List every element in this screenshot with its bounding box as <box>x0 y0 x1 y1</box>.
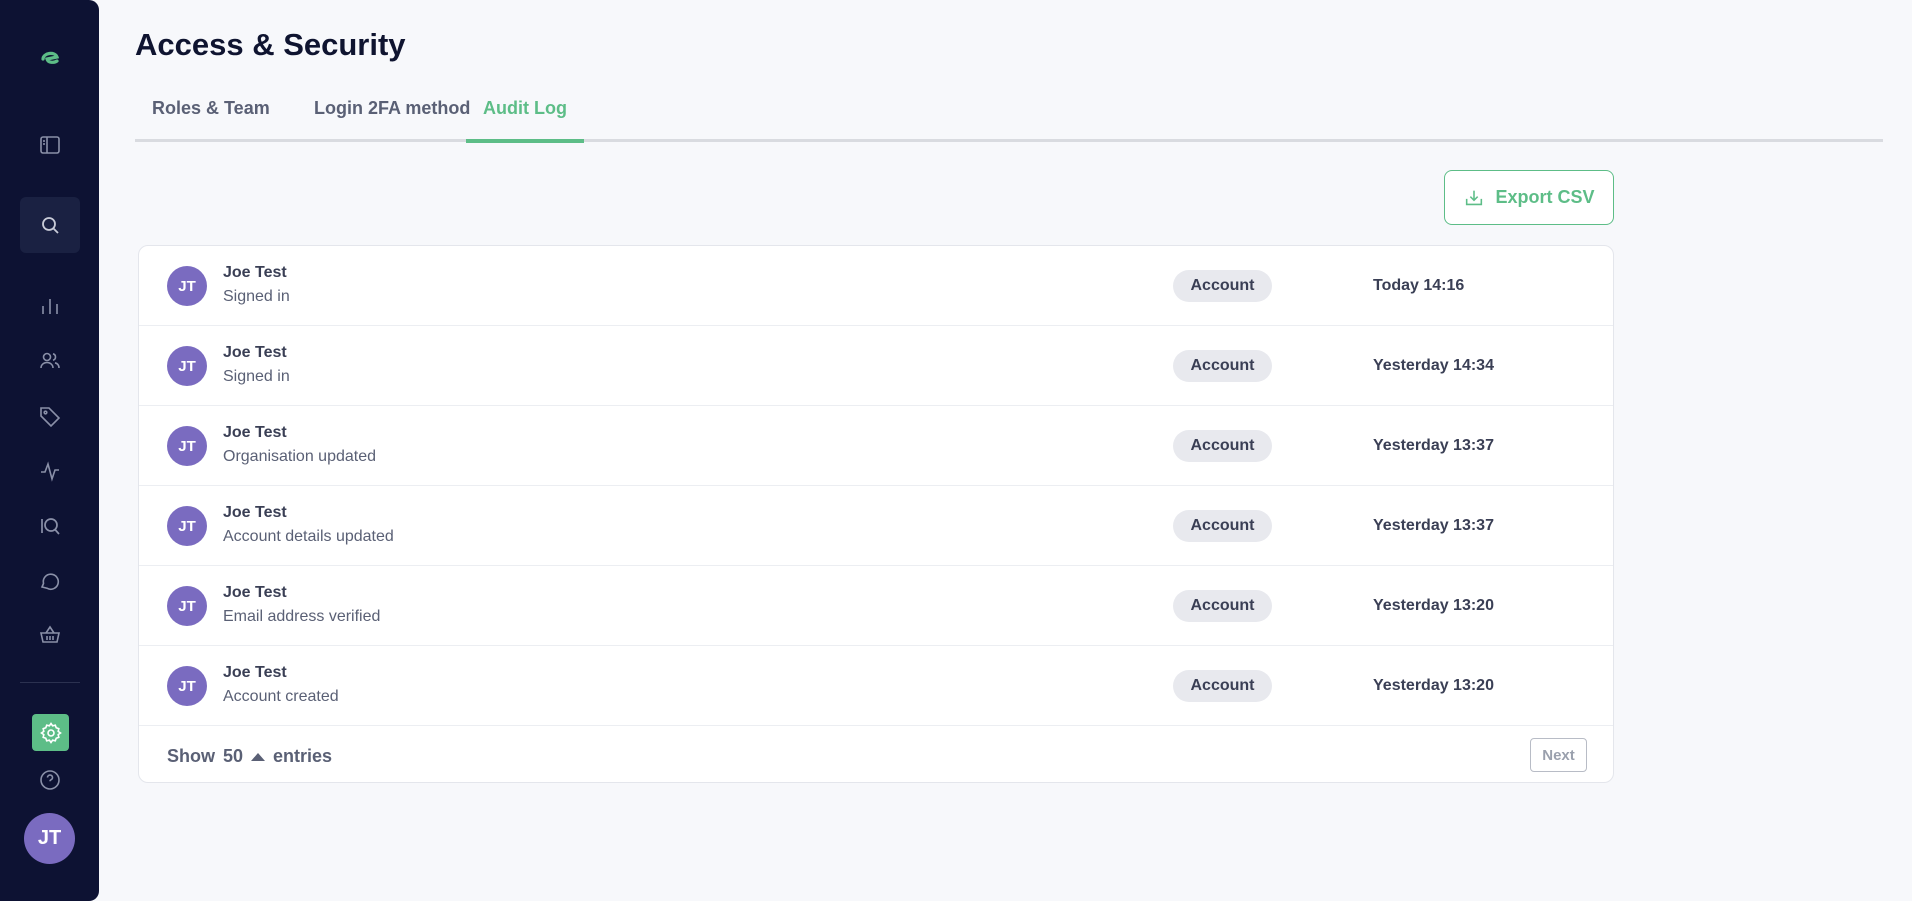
category-badge: Account <box>1173 430 1272 462</box>
logo-icon[interactable] <box>20 30 80 86</box>
download-icon <box>1466 190 1483 205</box>
timestamp: Today 14:16 <box>1373 277 1465 294</box>
avatar: JT <box>167 346 207 386</box>
avatar: JT <box>167 426 207 466</box>
actor-name: Joe Test <box>223 504 287 521</box>
actor-name: Joe Test <box>223 424 287 441</box>
avatar: JT <box>167 586 207 626</box>
category-badge: Account <box>1173 350 1272 382</box>
chat-icon[interactable] <box>20 553 80 609</box>
page-size-value[interactable]: 50 <box>223 746 243 767</box>
tab-bar: Roles & Team Login 2FA method Audit Log <box>135 88 1883 143</box>
action-description: Email address verified <box>223 608 381 625</box>
table-row: JT Joe Test Signed in Account Today 14:1… <box>139 246 1613 326</box>
page-title: Access & Security <box>135 27 406 62</box>
timestamp: Yesterday 13:20 <box>1373 677 1494 694</box>
action-description: Account details updated <box>223 528 394 545</box>
timestamp: Yesterday 13:20 <box>1373 597 1494 614</box>
avatar: JT <box>167 266 207 306</box>
action-description: Signed in <box>223 368 290 385</box>
timestamp: Yesterday 13:37 <box>1373 437 1494 454</box>
logo-glyph <box>41 51 60 64</box>
tag-icon[interactable] <box>20 388 80 444</box>
basket-icon[interactable] <box>20 607 80 663</box>
timestamp: Yesterday 13:37 <box>1373 517 1494 534</box>
tab-login-2fa[interactable]: Login 2FA method <box>297 98 487 143</box>
tab-roles-team[interactable]: Roles & Team <box>135 98 287 143</box>
gear-icon[interactable] <box>32 714 69 751</box>
actor-name: Joe Test <box>223 664 287 681</box>
help-icon[interactable] <box>20 768 80 796</box>
user-avatar[interactable]: JT <box>24 813 75 864</box>
search-icon[interactable] <box>20 197 80 253</box>
caret-up-icon[interactable] <box>251 752 266 761</box>
category-badge: Account <box>1173 270 1272 302</box>
table-row: JT Joe Test Organisation updated Account… <box>139 406 1613 486</box>
audit-log-table: JT Joe Test Signed in Account Today 14:1… <box>138 245 1614 783</box>
table-row: JT Joe Test Signed in Account Yesterday … <box>139 326 1613 406</box>
next-page-button[interactable]: Next <box>1530 738 1587 772</box>
activity-icon[interactable] <box>20 443 80 499</box>
avatar: JT <box>167 666 207 706</box>
actor-name: Joe Test <box>223 264 287 281</box>
table-row: JT Joe Test Account details updated Acco… <box>139 486 1613 566</box>
table-row: JT Joe Test Email address verified Accou… <box>139 566 1613 646</box>
tab-audit-log[interactable]: Audit Log <box>466 98 584 143</box>
actor-name: Joe Test <box>223 584 287 601</box>
category-badge: Account <box>1173 590 1272 622</box>
action-description: Account created <box>223 688 339 705</box>
timestamp: Yesterday 14:34 <box>1373 357 1494 374</box>
category-badge: Account <box>1173 670 1272 702</box>
iq-search-icon[interactable] <box>20 498 80 554</box>
sidebar-divider <box>20 682 80 683</box>
bar-chart-icon[interactable] <box>20 278 80 334</box>
action-description: Organisation updated <box>223 448 376 465</box>
sidebar: JT <box>0 0 99 901</box>
table-row: JT Joe Test Account created Account Yest… <box>139 646 1613 726</box>
action-description: Signed in <box>223 288 290 305</box>
avatar: JT <box>167 506 207 546</box>
entries-label: entries <box>273 746 333 766</box>
users-icon[interactable] <box>20 333 80 389</box>
table-footer: Show 50 entries Next <box>139 726 1613 782</box>
export-csv-label: Export CSV <box>1495 187 1595 207</box>
actor-name: Joe Test <box>223 344 287 361</box>
sidebar-toggle-icon[interactable] <box>20 117 80 173</box>
category-badge: Account <box>1173 510 1272 542</box>
page-size-control: Show 50 entries <box>167 746 332 767</box>
show-label: Show <box>167 746 215 766</box>
export-csv-button[interactable]: Export CSV <box>1444 170 1614 225</box>
